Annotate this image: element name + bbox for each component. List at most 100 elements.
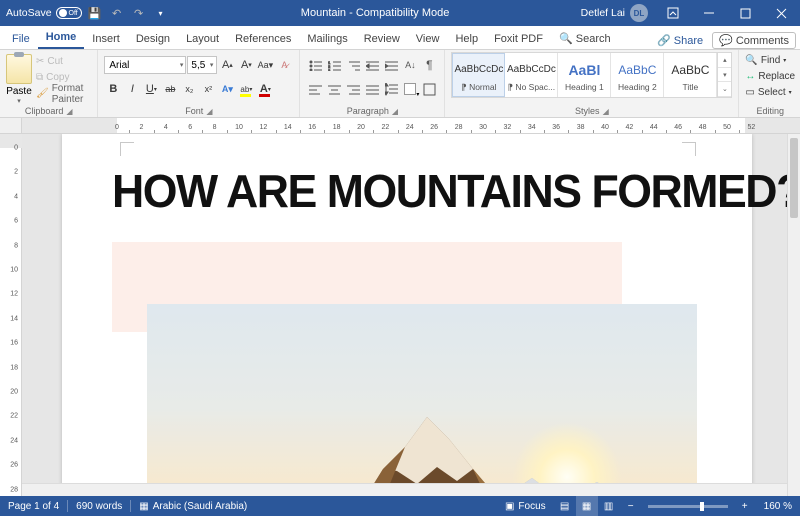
paste-button[interactable]: Paste ▾ (6, 52, 32, 105)
format-painter-button[interactable]: 🖌Format Painter (36, 86, 91, 101)
font-color-button[interactable]: A▾ (256, 80, 274, 98)
account-button[interactable]: Detlef Lai DL (581, 4, 654, 22)
autosave-toggle[interactable]: AutoSave Off (6, 7, 82, 19)
scroll-thumb[interactable] (790, 138, 798, 218)
font-launcher-icon[interactable]: ◢ (206, 107, 212, 116)
copy-icon: ⧉ (36, 72, 43, 83)
horizontal-ruler[interactable]: 0246810121416182022242628303234363840424… (0, 118, 800, 134)
focus-mode-button[interactable]: ▣Focus (497, 496, 554, 516)
line-spacing-button[interactable] (382, 80, 400, 98)
text-effects-button[interactable]: A▾ (218, 80, 236, 98)
style-no-spacing[interactable]: AaBbCcDc⁋ No Spac... (505, 53, 558, 97)
replace-button[interactable]: ↔Replace (745, 69, 795, 84)
bold-button[interactable]: B (104, 80, 122, 98)
redo-icon[interactable]: ↷ (130, 4, 148, 22)
italic-button[interactable]: I (123, 80, 141, 98)
group-styles: AaBbCcDc⁋ Normal AaBbCcDc⁋ No Spac... Aa… (445, 50, 739, 117)
select-button[interactable]: ▭Select▾ (745, 85, 795, 100)
cursor-icon: ▭ (745, 87, 754, 98)
word-count-status[interactable]: 690 words (68, 496, 130, 516)
clear-format-button[interactable]: A̷ (275, 56, 293, 74)
svg-text:3: 3 (328, 68, 331, 71)
ribbon-options-button[interactable] (656, 0, 690, 26)
styles-launcher-icon[interactable]: ◢ (603, 107, 609, 116)
borders-button[interactable] (420, 80, 438, 98)
find-button[interactable]: 🔍Find▾ (745, 53, 795, 68)
document-headline[interactable]: HOW ARE MOUNTAINS FORMED? (112, 164, 694, 218)
zoom-out-button[interactable]: − (620, 496, 642, 516)
shrink-font-button[interactable]: A▾ (237, 56, 255, 74)
shading-button[interactable]: ▾ (401, 80, 419, 98)
minimize-button[interactable] (692, 0, 726, 26)
subscript-button[interactable]: x₂ (180, 80, 198, 98)
print-layout-button[interactable]: ▦ (576, 496, 598, 516)
search-icon: 🔍 (745, 55, 757, 66)
group-clipboard: Paste ▾ ✂Cut ⧉Copy 🖌Format Painter Clipb… (0, 50, 98, 117)
grow-font-button[interactable]: A▴ (218, 56, 236, 74)
style-title[interactable]: AaBbCTitle (664, 53, 717, 97)
status-bar: Page 1 of 4 690 words ▦Arabic (Saudi Ara… (0, 496, 800, 516)
increase-indent-button[interactable] (382, 56, 400, 74)
window-title: Mountain - Compatibility Mode (170, 7, 581, 19)
maximize-button[interactable] (728, 0, 762, 26)
superscript-button[interactable]: x² (199, 80, 217, 98)
sort-button[interactable]: A↓ (401, 56, 419, 74)
bullets-button[interactable] (306, 56, 324, 74)
style-normal[interactable]: AaBbCcDc⁋ Normal (452, 53, 505, 97)
group-editing: 🔍Find▾ ↔Replace ▭Select▾ Editing (739, 50, 800, 117)
align-right-button[interactable] (344, 80, 362, 98)
vertical-scrollbar[interactable] (787, 134, 800, 496)
tab-home[interactable]: Home (38, 27, 85, 49)
web-layout-button[interactable]: ▥ (598, 496, 620, 516)
focus-icon: ▣ (505, 501, 514, 512)
strike-button[interactable]: ab (161, 80, 179, 98)
share-button[interactable]: 🔗 Share (651, 32, 709, 49)
style-heading2[interactable]: AaBbCHeading 2 (611, 53, 664, 97)
language-status[interactable]: ▦Arabic (Saudi Arabia) (131, 496, 255, 516)
save-icon[interactable]: 💾 (86, 4, 104, 22)
comments-button[interactable]: 💬 Comments (712, 32, 796, 49)
tab-mailings[interactable]: Mailings (299, 29, 355, 49)
show-marks-button[interactable]: ¶ (420, 56, 438, 74)
align-center-button[interactable] (325, 80, 343, 98)
change-case-button[interactable]: Aa▾ (256, 56, 274, 74)
read-mode-button[interactable]: ▤ (554, 496, 576, 516)
vertical-ruler[interactable]: 0246810121416182022242628 (0, 134, 22, 496)
tab-insert[interactable]: Insert (84, 29, 128, 49)
decrease-indent-button[interactable] (363, 56, 381, 74)
justify-button[interactable] (363, 80, 381, 98)
qat-customize-icon[interactable]: ▾ (152, 4, 170, 22)
tab-view[interactable]: View (408, 29, 448, 49)
highlight-button[interactable]: ab▾ (237, 80, 255, 98)
undo-icon[interactable]: ↶ (108, 4, 126, 22)
tab-layout[interactable]: Layout (178, 29, 227, 49)
numbering-button[interactable]: 123 (325, 56, 343, 74)
horizontal-scrollbar[interactable] (22, 483, 787, 496)
cut-button[interactable]: ✂Cut (36, 54, 91, 69)
tab-design[interactable]: Design (128, 29, 178, 49)
style-heading1[interactable]: AaBlHeading 1 (558, 53, 611, 97)
document-image[interactable] (147, 304, 697, 496)
close-button[interactable] (764, 0, 798, 26)
font-family-combo[interactable]: Arial▾ (104, 56, 186, 74)
zoom-level[interactable]: 160 % (756, 501, 800, 512)
tab-references[interactable]: References (227, 29, 299, 49)
align-left-button[interactable] (306, 80, 324, 98)
gallery-scroll[interactable]: ▴▾⌄ (717, 53, 731, 97)
underline-button[interactable]: U▾ (142, 80, 160, 98)
page-number-status[interactable]: Page 1 of 4 (0, 496, 67, 516)
tab-foxit[interactable]: Foxit PDF (486, 29, 551, 49)
zoom-in-button[interactable]: + (734, 496, 756, 516)
document-canvas[interactable]: HOW ARE MOUNTAINS FORMED? (22, 134, 800, 496)
tab-search[interactable]: 🔍 Search (551, 28, 619, 49)
style-gallery[interactable]: AaBbCcDc⁋ Normal AaBbCcDc⁋ No Spac... Aa… (451, 52, 732, 98)
tab-help[interactable]: Help (447, 29, 486, 49)
clipboard-launcher-icon[interactable]: ◢ (66, 107, 72, 116)
font-size-combo[interactable]: 5,5▾ (187, 56, 217, 74)
zoom-slider[interactable] (648, 505, 728, 508)
multilevel-button[interactable] (344, 56, 362, 74)
tab-review[interactable]: Review (356, 29, 408, 49)
tab-file[interactable]: File (4, 29, 38, 49)
paragraph-launcher-icon[interactable]: ◢ (392, 107, 398, 116)
ribbon-tabs: File Home Insert Design Layout Reference… (0, 26, 800, 50)
